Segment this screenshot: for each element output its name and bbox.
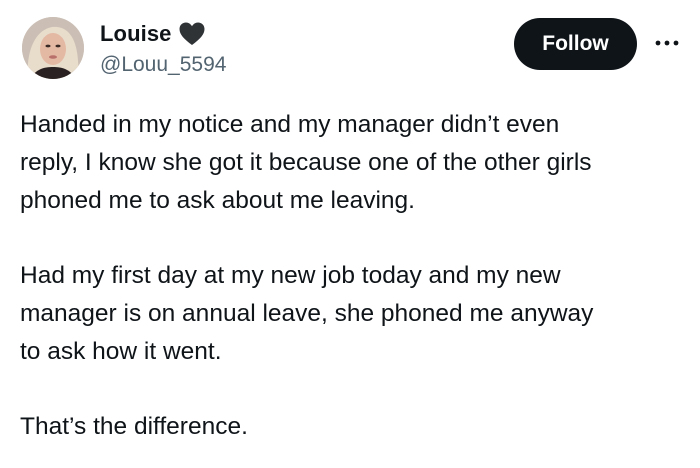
- avatar[interactable]: [22, 17, 84, 79]
- tweet-text: Handed in my notice and my manager didn’…: [20, 106, 680, 446]
- author-handle[interactable]: @Louu_5594: [100, 53, 226, 77]
- tweet-line: to ask how it went.: [20, 338, 222, 365]
- tweet-paragraph: That’s the difference.: [20, 408, 680, 446]
- black-heart-icon: [178, 21, 206, 47]
- tweet-card: Louise @Louu_5594 Follow Handed in my no…: [0, 0, 700, 468]
- more-horizontal-icon: [655, 40, 679, 46]
- tweet-line: reply, I know she got it because one of …: [20, 149, 592, 176]
- tweet-line: Handed in my notice and my manager didn’…: [20, 111, 560, 138]
- tweet-paragraph: Had my first day at my new job today and…: [20, 257, 680, 371]
- more-options-button[interactable]: [650, 30, 684, 56]
- tweet-line: manager is on annual leave, she phoned m…: [20, 300, 594, 327]
- tweet-line: That’s the difference.: [20, 413, 248, 440]
- follow-button[interactable]: Follow: [514, 18, 637, 70]
- author-name-row: Louise: [100, 18, 206, 50]
- tweet-line: Had my first day at my new job today and…: [20, 262, 561, 289]
- tweet-paragraph: Handed in my notice and my manager didn’…: [20, 106, 680, 220]
- author-display-name[interactable]: Louise: [100, 21, 172, 47]
- avatar-image: [22, 17, 84, 79]
- tweet-line: phoned me to ask about me leaving.: [20, 187, 415, 214]
